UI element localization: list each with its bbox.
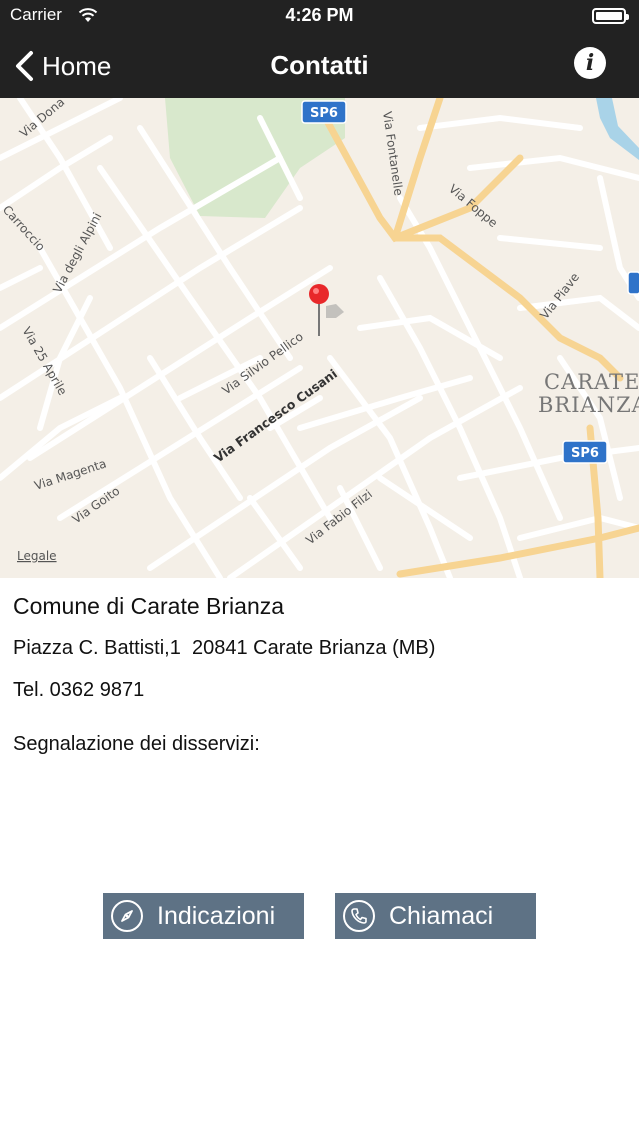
svg-text:SP6: SP6 <box>310 106 338 121</box>
road-badge: SP6 <box>301 100 347 124</box>
report-label: Segnalazione dei disservizi: <box>13 733 260 755</box>
contact-name: Comune di Carate Brianza <box>13 593 285 619</box>
compass-icon <box>111 900 143 932</box>
status-bar: Carrier 4:26 PM <box>0 0 639 34</box>
map-label-fontanelle: Via Fontanelle <box>380 110 406 196</box>
map-canvas: Via Francesco Cusani Via Silvio Pellico … <box>0 98 639 578</box>
directions-button[interactable]: Indicazioni <box>103 893 304 939</box>
call-label: Chiamaci <box>389 901 494 930</box>
map-view[interactable]: Via Francesco Cusani Via Silvio Pellico … <box>0 98 639 578</box>
clock: 4:26 PM <box>285 5 354 25</box>
road-badge: SP6 <box>562 440 608 464</box>
navigation-bar: Carrier 4:26 PM Home Contatti i <box>0 0 639 98</box>
info-icon[interactable]: i <box>574 47 606 79</box>
contact-phone: Tel. 0362 9871 <box>13 679 145 701</box>
map-town-line-2: BRIANZA <box>538 393 639 417</box>
directions-label: Indicazioni <box>157 901 276 930</box>
location-pin-icon[interactable] <box>309 284 344 336</box>
phone-icon <box>343 900 375 932</box>
map-label-magenta: Via Magenta <box>33 456 108 492</box>
map-legal-link[interactable]: Legale <box>17 549 57 563</box>
map-town-line-1: CARATE <box>544 370 639 394</box>
call-button[interactable]: Chiamaci <box>335 893 536 939</box>
map-label-carroccio: Carroccio <box>0 203 48 254</box>
svg-text:SP6: SP6 <box>571 446 599 461</box>
page-title: Contatti <box>270 50 369 80</box>
contact-address: Piazza C. Battisti,1 20841 Carate Brianz… <box>13 637 436 659</box>
map-label-piave: Via Piave <box>537 270 582 322</box>
battery-icon <box>592 8 629 24</box>
